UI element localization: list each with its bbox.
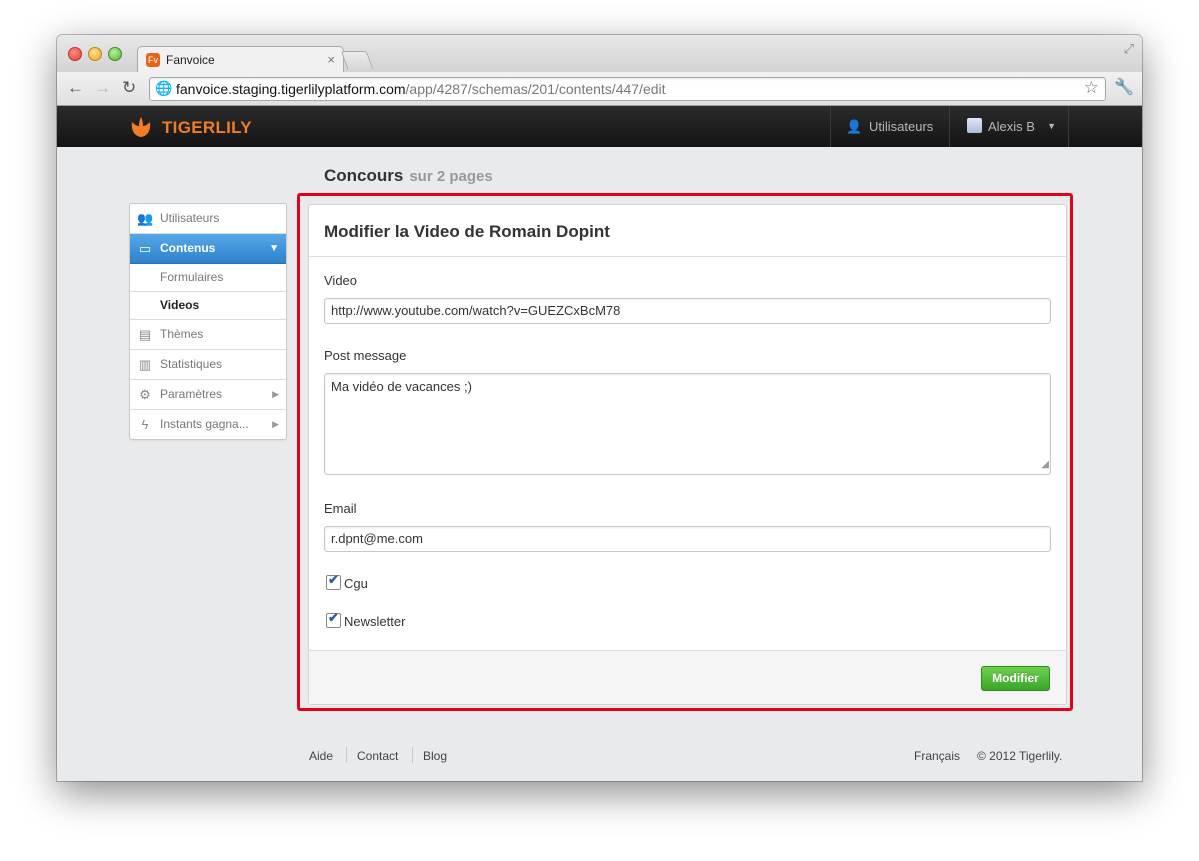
new-tab-button[interactable] bbox=[340, 51, 374, 69]
minimize-window-button[interactable] bbox=[88, 47, 102, 61]
tab-close-icon[interactable]: × bbox=[327, 52, 335, 67]
brand-name: TIGERLILY bbox=[162, 118, 252, 137]
account-menu[interactable]: Alexis B ▼ bbox=[949, 106, 1069, 147]
tab-title: Fanvoice bbox=[166, 53, 215, 67]
page-title-text: Concours bbox=[324, 166, 404, 185]
sidebar: 👥 Utilisateurs ▭ Contenus ▼ Formulaires … bbox=[129, 203, 287, 440]
browser-window: Fv Fanvoice × ⤢ ← → ↻ 🌐 fanvoice.staging… bbox=[57, 35, 1142, 781]
browser-toolbar: ← → ↻ 🌐 fanvoice.staging.tigerlilyplatfo… bbox=[57, 72, 1142, 106]
highlight-frame bbox=[297, 193, 1073, 711]
url-path: /app/4287/schemas/201/contents/447/edit bbox=[405, 81, 666, 97]
avatar bbox=[967, 118, 982, 133]
sidebar-item-utilisateurs[interactable]: 👥 Utilisateurs bbox=[130, 204, 286, 234]
sidebar-item-label: Contenus bbox=[160, 241, 216, 255]
sidebar-item-label: Instants gagna... bbox=[160, 417, 249, 431]
users-icon: 👥 bbox=[137, 211, 154, 226]
header-users-link[interactable]: 👤 Utilisateurs bbox=[830, 106, 949, 147]
page-subtitle: sur 2 pages bbox=[409, 168, 493, 185]
caret-down-icon: ▼ bbox=[1047, 121, 1056, 131]
close-window-button[interactable] bbox=[68, 47, 82, 61]
wrench-icon[interactable]: 🔧 bbox=[1114, 77, 1134, 97]
sidebar-subitem-label: Videos bbox=[160, 298, 200, 312]
user-icon: 👤 bbox=[846, 119, 863, 134]
sidebar-item-label: Utilisateurs bbox=[160, 211, 220, 225]
settings-icon: ⚙ bbox=[139, 387, 151, 402]
browser-tab[interactable]: Fv Fanvoice × bbox=[137, 46, 344, 73]
title-bar: Fv Fanvoice × ⤢ bbox=[57, 35, 1142, 73]
sidebar-item-instants-gagnants[interactable]: ϟ Instants gagna... ▶ bbox=[130, 410, 286, 439]
comment-icon: ▭ bbox=[138, 241, 152, 256]
sidebar-item-contenus[interactable]: ▭ Contenus ▼ bbox=[130, 234, 286, 264]
sidebar-item-label: Paramètres bbox=[160, 387, 223, 401]
fanvoice-favicon-icon: Fv bbox=[146, 53, 160, 67]
address-bar[interactable]: 🌐 fanvoice.staging.tigerlilyplatform.com… bbox=[149, 77, 1106, 101]
fullscreen-icon[interactable]: ⤢ bbox=[1124, 41, 1134, 57]
account-name: Alexis B bbox=[988, 119, 1035, 134]
sidebar-subitem-videos[interactable]: Videos bbox=[130, 292, 286, 320]
lightning-icon: ϟ bbox=[141, 417, 149, 432]
sidebar-item-parametres[interactable]: ⚙ Paramètres ▶ bbox=[130, 380, 286, 410]
sidebar-item-themes[interactable]: ▤ Thèmes bbox=[130, 320, 286, 350]
sidebar-subitem-label: Formulaires bbox=[160, 270, 224, 284]
footer-divider bbox=[346, 747, 347, 763]
sidebar-subitem-formulaires[interactable]: Formulaires bbox=[130, 264, 286, 292]
bookmark-star-icon[interactable]: ☆ bbox=[1084, 78, 1099, 98]
copyright-text: © 2012 Tigerlily. bbox=[977, 749, 1063, 763]
forward-arrow-icon[interactable]: → bbox=[94, 78, 111, 98]
chevron-right-icon: ▶ bbox=[272, 389, 279, 399]
header-users-label: Utilisateurs bbox=[869, 119, 934, 134]
zoom-window-button[interactable] bbox=[108, 47, 122, 61]
url-host: fanvoice.staging.tigerlilyplatform.com bbox=[176, 81, 406, 97]
page-title: Concours sur 2 pages bbox=[324, 166, 493, 186]
tigerlily-flower-icon bbox=[131, 117, 151, 137]
chevron-right-icon: ▶ bbox=[272, 419, 279, 429]
sidebar-item-label: Thèmes bbox=[160, 327, 204, 341]
url-text: fanvoice.staging.tigerlilyplatform.com/a… bbox=[176, 81, 666, 97]
footer-link-aide[interactable]: Aide bbox=[309, 749, 333, 763]
document-icon: ▤ bbox=[138, 327, 152, 342]
footer-link-contact[interactable]: Contact bbox=[357, 749, 398, 763]
back-arrow-icon[interactable]: ← bbox=[67, 78, 84, 98]
page-footer: Aide Contact Blog Français © 2012 Tigerl… bbox=[57, 747, 1142, 767]
footer-link-blog[interactable]: Blog bbox=[423, 749, 447, 763]
bar-chart-icon: ▥ bbox=[138, 357, 152, 372]
sidebar-item-statistiques[interactable]: ▥ Statistiques bbox=[130, 350, 286, 380]
footer-divider bbox=[412, 747, 413, 763]
globe-icon: 🌐 bbox=[155, 80, 173, 96]
app-header: TIGERLILY 👤 Utilisateurs Alexis B ▼ bbox=[57, 106, 1142, 147]
sidebar-item-label: Statistiques bbox=[160, 357, 223, 371]
language-selector[interactable]: Français bbox=[914, 749, 960, 763]
caret-down-icon: ▼ bbox=[269, 243, 279, 254]
reload-icon[interactable]: ↻ bbox=[122, 78, 136, 98]
